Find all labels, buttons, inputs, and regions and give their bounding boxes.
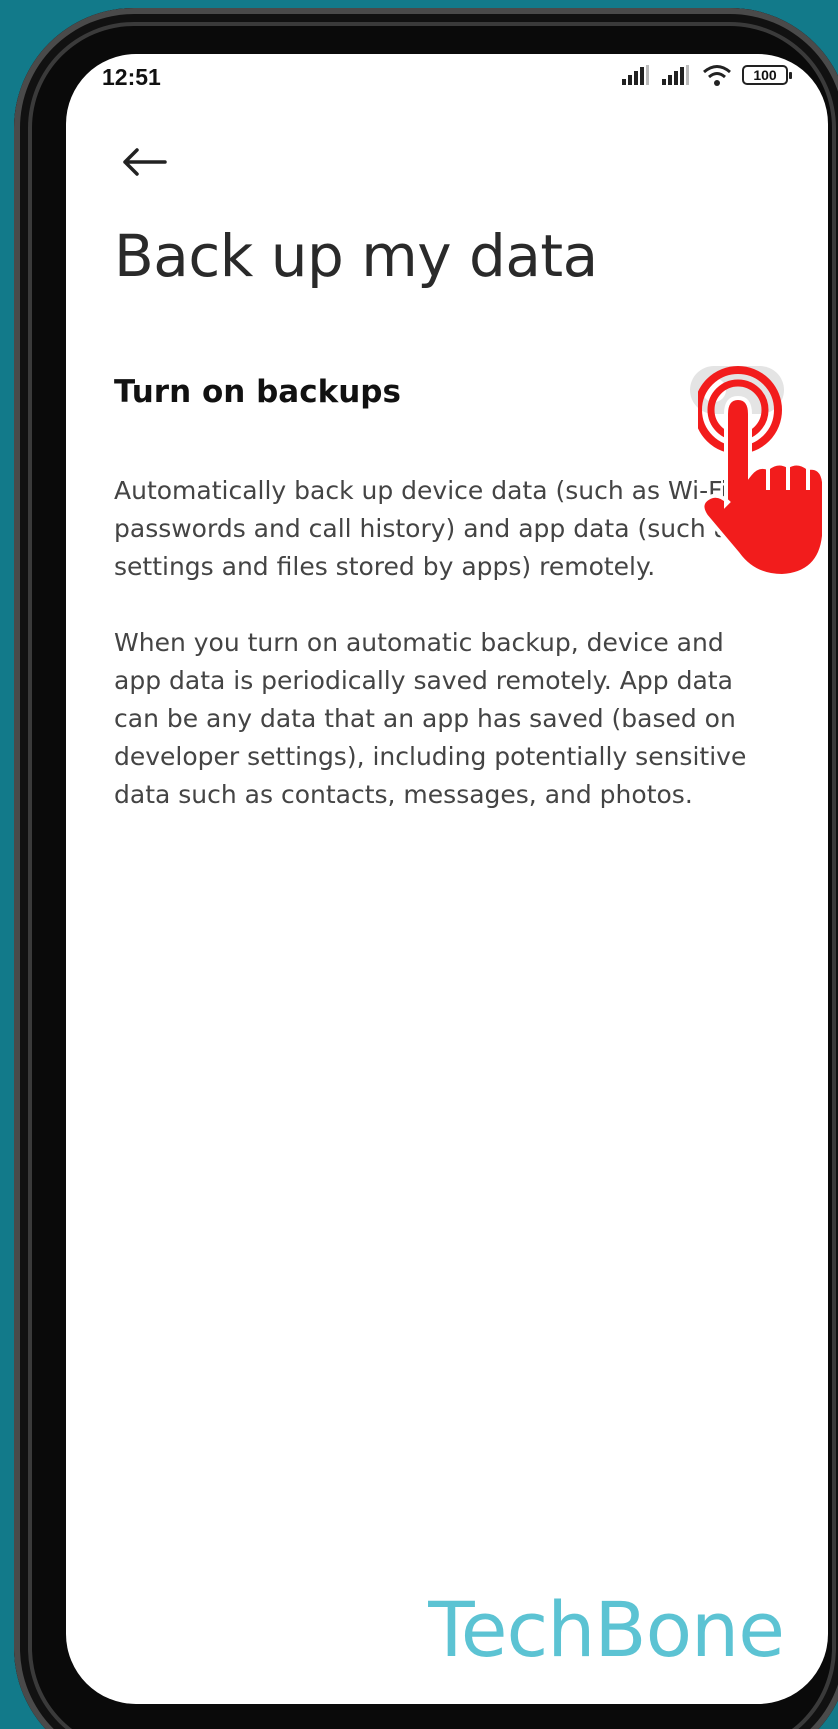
status-time: 12:51 [102, 64, 161, 90]
status-icons: 100 [622, 64, 792, 86]
phone-screen: 12:51 100 Back up my data Turn on backup… [66, 54, 828, 1704]
setting-row-turn-on-backups[interactable]: Turn on backups [114, 354, 784, 424]
arrow-left-icon [123, 148, 167, 176]
battery-indicator: 100 [742, 65, 792, 85]
back-button[interactable] [116, 134, 172, 190]
description-paragraph-2: When you turn on automatic backup, devic… [114, 628, 747, 809]
wifi-icon [703, 65, 731, 86]
watermark-logo: TechBone [428, 1585, 785, 1674]
signal-icon-2 [662, 65, 689, 85]
tap-hand-icon [698, 366, 826, 579]
phone-frame: 12:51 100 Back up my data Turn on backup… [14, 8, 838, 1729]
description-paragraph-1: Automatically back up device data (such … [114, 476, 742, 581]
page-title: Back up my data [114, 222, 598, 290]
status-bar: 12:51 100 [66, 54, 828, 110]
signal-icon [622, 65, 649, 85]
setting-label: Turn on backups [114, 374, 401, 410]
